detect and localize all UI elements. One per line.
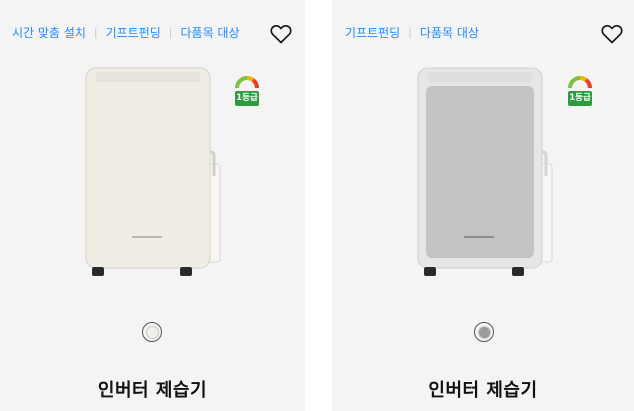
color-option-swatch[interactable]	[474, 322, 494, 342]
tag-separator: |	[408, 26, 412, 39]
tag-link[interactable]: 기프트펀딩	[106, 24, 161, 41]
product-card[interactable]: 기프트펀딩 | 다품목 대상 1등급 인버터 제습기	[332, 0, 634, 411]
wishlist-heart-icon[interactable]	[601, 24, 623, 44]
energy-efficiency-grade-icon: 1등급	[567, 74, 593, 108]
energy-efficiency-grade-icon: 1등급	[234, 74, 260, 108]
product-card[interactable]: 시간 맞춤 설치 | 기프트펀딩 | 다품목 대상 1등급 인버터 제습기	[0, 0, 305, 411]
product-title[interactable]: 인버터 제습기	[332, 376, 634, 402]
dehumidifier-product-image[interactable]	[414, 64, 564, 280]
product-tags: 기프트펀딩 | 다품목 대상	[345, 24, 479, 41]
tag-link[interactable]: 시간 맞춤 설치	[12, 24, 86, 41]
product-tags: 시간 맞춤 설치 | 기프트펀딩 | 다품목 대상	[12, 24, 240, 41]
tag-separator: |	[168, 26, 173, 39]
wishlist-heart-icon[interactable]	[270, 24, 292, 44]
energy-grade-label: 1등급	[236, 93, 258, 103]
tag-link[interactable]: 다품목 대상	[181, 24, 240, 41]
tag-link[interactable]: 다품목 대상	[420, 24, 479, 41]
tag-separator: |	[93, 26, 98, 39]
tag-link[interactable]: 기프트펀딩	[345, 24, 400, 41]
product-title[interactable]: 인버터 제습기	[0, 376, 305, 402]
color-option-swatch[interactable]	[142, 322, 162, 342]
dehumidifier-product-image[interactable]	[82, 64, 232, 280]
energy-grade-label: 1등급	[569, 93, 591, 103]
